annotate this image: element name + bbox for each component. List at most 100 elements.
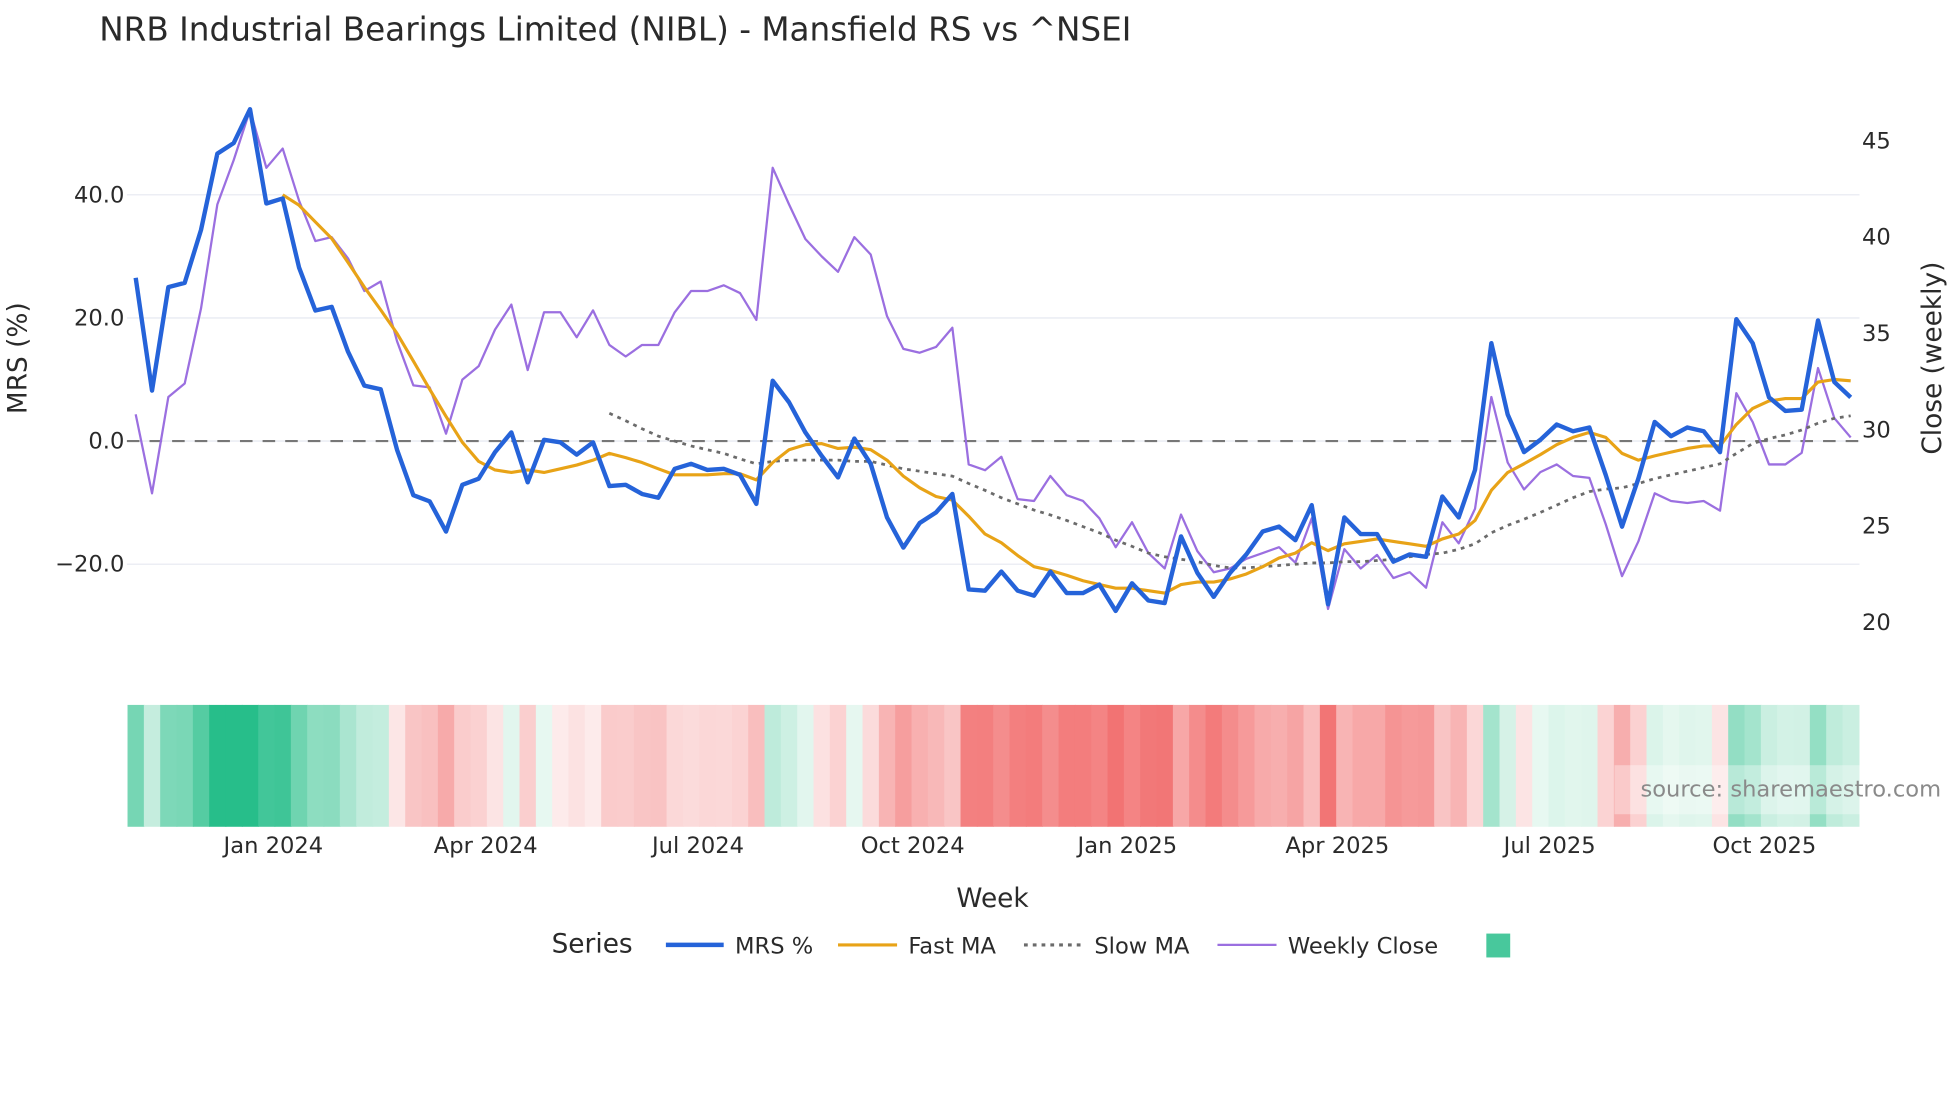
chart-title: NRB Industrial Bearings Limited (NIBL) -… bbox=[99, 10, 1131, 48]
heatmap-cell bbox=[127, 704, 145, 827]
y-tick-label: 40.0 bbox=[74, 182, 124, 208]
legend-title: Series bbox=[552, 929, 633, 959]
heatmap-cell bbox=[1532, 704, 1550, 827]
legend-swatch-heatmap[interactable] bbox=[1486, 933, 1511, 958]
legend-label-mrs: MRS % bbox=[735, 934, 813, 960]
heatmap-cell bbox=[225, 704, 243, 827]
heatmap-cell bbox=[486, 704, 504, 827]
x-tick-label: Apr 2024 bbox=[434, 833, 538, 859]
heatmap-cell bbox=[339, 704, 357, 827]
heatmap-cell bbox=[1254, 704, 1272, 827]
x-tick-label: Oct 2024 bbox=[861, 833, 965, 859]
heatmap-cell bbox=[1385, 704, 1403, 827]
y2-tick-label: 30 bbox=[1862, 417, 1891, 443]
heatmap-cell bbox=[1564, 704, 1582, 827]
heatmap-cell bbox=[895, 704, 913, 827]
heatmap-cell bbox=[1221, 704, 1239, 827]
legend-item-mrs[interactable]: MRS % bbox=[665, 934, 813, 960]
heatmap-cell bbox=[1597, 704, 1615, 827]
heatmap-cell bbox=[437, 704, 455, 827]
x-tick-label: Jan 2024 bbox=[222, 833, 324, 859]
y2-tick-label: 20 bbox=[1862, 610, 1891, 636]
heatmap-cell bbox=[1336, 704, 1354, 827]
heatmap-cell bbox=[1205, 704, 1223, 827]
series-lines bbox=[133, 107, 1853, 614]
heatmap-cell bbox=[503, 704, 521, 827]
heatmap-cell bbox=[1319, 704, 1337, 827]
heatmap-cell bbox=[1107, 704, 1125, 827]
heatmap-cell bbox=[192, 704, 210, 827]
heatmap-cell bbox=[405, 704, 423, 827]
weekly-close-line bbox=[134, 108, 1852, 611]
x-axis-ticks: Jan 2024 Apr 2024 Jul 2024 Oct 2024 Jan 2025… bbox=[222, 833, 1817, 859]
x-tick-label: Oct 2025 bbox=[1712, 833, 1816, 859]
heatmap-cell bbox=[601, 704, 619, 827]
heatmap-cell bbox=[584, 704, 602, 827]
heatmap-strip bbox=[127, 704, 1860, 827]
heatmap-cell bbox=[846, 704, 864, 827]
heatmap-cell bbox=[1368, 704, 1386, 827]
heatmap-cell bbox=[568, 704, 586, 827]
heatmap-cell bbox=[1287, 704, 1305, 827]
x-tick-label: Jul 2025 bbox=[1502, 833, 1596, 859]
heatmap-cell bbox=[1156, 704, 1174, 827]
legend-item-slow-ma[interactable]: Slow MA bbox=[1023, 934, 1190, 960]
heatmap-cell bbox=[258, 704, 276, 827]
heatmap-cell bbox=[421, 704, 439, 827]
heatmap-cell bbox=[1238, 704, 1256, 827]
heatmap-cell bbox=[307, 704, 325, 827]
heatmap-cell bbox=[323, 704, 341, 827]
heatmap-cell bbox=[764, 704, 782, 827]
heatmap-cell bbox=[633, 704, 651, 827]
heatmap-cell bbox=[1140, 704, 1158, 827]
heatmap-cell bbox=[1074, 704, 1092, 827]
heatmap-cell bbox=[927, 704, 945, 827]
y2-axis-title: Close (weekly) bbox=[1918, 262, 1948, 455]
source-label: source: sharemaestro.com bbox=[1640, 777, 1941, 803]
x-tick-label: Jan 2025 bbox=[1076, 833, 1178, 859]
heatmap-cell bbox=[160, 704, 178, 827]
heatmap-cell bbox=[274, 704, 292, 827]
heatmap-cell bbox=[911, 704, 929, 827]
heatmap-cell bbox=[1483, 704, 1501, 827]
heatmap-cell bbox=[1172, 704, 1190, 827]
fast-ma-line bbox=[281, 193, 1851, 595]
legend-item-fast-ma[interactable]: Fast MA bbox=[838, 934, 997, 960]
heatmap-cell bbox=[535, 704, 553, 827]
y-axis-right-ticks: 45 40 35 30 25 20 bbox=[1862, 128, 1891, 636]
heatmap-cell bbox=[1450, 704, 1468, 827]
heatmap-cell bbox=[372, 704, 390, 827]
heatmap-cell bbox=[1417, 704, 1435, 827]
legend-item-weekly-close[interactable]: Weekly Close bbox=[1217, 934, 1438, 960]
heatmap-cell bbox=[519, 704, 537, 827]
x-tick-label: Jul 2024 bbox=[650, 833, 744, 859]
y2-tick-label: 40 bbox=[1862, 225, 1891, 251]
heatmap-cell bbox=[1123, 704, 1141, 827]
heatmap-cell bbox=[290, 704, 308, 827]
legend-label-fast-ma: Fast MA bbox=[908, 934, 996, 960]
heatmap-cell bbox=[748, 704, 766, 827]
heatmap-cell bbox=[1499, 704, 1517, 827]
heatmap-cell bbox=[993, 704, 1011, 827]
heatmap-cell bbox=[731, 704, 749, 827]
heatmap-cell bbox=[241, 704, 259, 827]
y-tick-label: −20.0 bbox=[55, 552, 124, 578]
heatmap-cell bbox=[666, 704, 684, 827]
heatmap-cell bbox=[388, 704, 406, 827]
heatmap-cell bbox=[356, 704, 374, 827]
heatmap-cell bbox=[862, 704, 880, 827]
heatmap-cell bbox=[1466, 704, 1484, 827]
legend-label-weekly-close: Weekly Close bbox=[1288, 934, 1438, 960]
heatmap-cell bbox=[1581, 704, 1599, 827]
heatmap-cell bbox=[143, 704, 161, 827]
heatmap-cell bbox=[976, 704, 994, 827]
heatmap-cell bbox=[1009, 704, 1027, 827]
heatmap-cell bbox=[1352, 704, 1370, 827]
heatmap-cell bbox=[1401, 704, 1419, 827]
heatmap-cell bbox=[1058, 704, 1076, 827]
heatmap-cell bbox=[699, 704, 717, 827]
heatmap-cell bbox=[878, 704, 896, 827]
y-axis-left-ticks: 40.0 20.0 0.0 −20.0 bbox=[55, 182, 124, 577]
heatmap-cell bbox=[1434, 704, 1452, 827]
legend: Series MRS % Fast MA Slow MA Weekly Clos… bbox=[552, 929, 1511, 960]
